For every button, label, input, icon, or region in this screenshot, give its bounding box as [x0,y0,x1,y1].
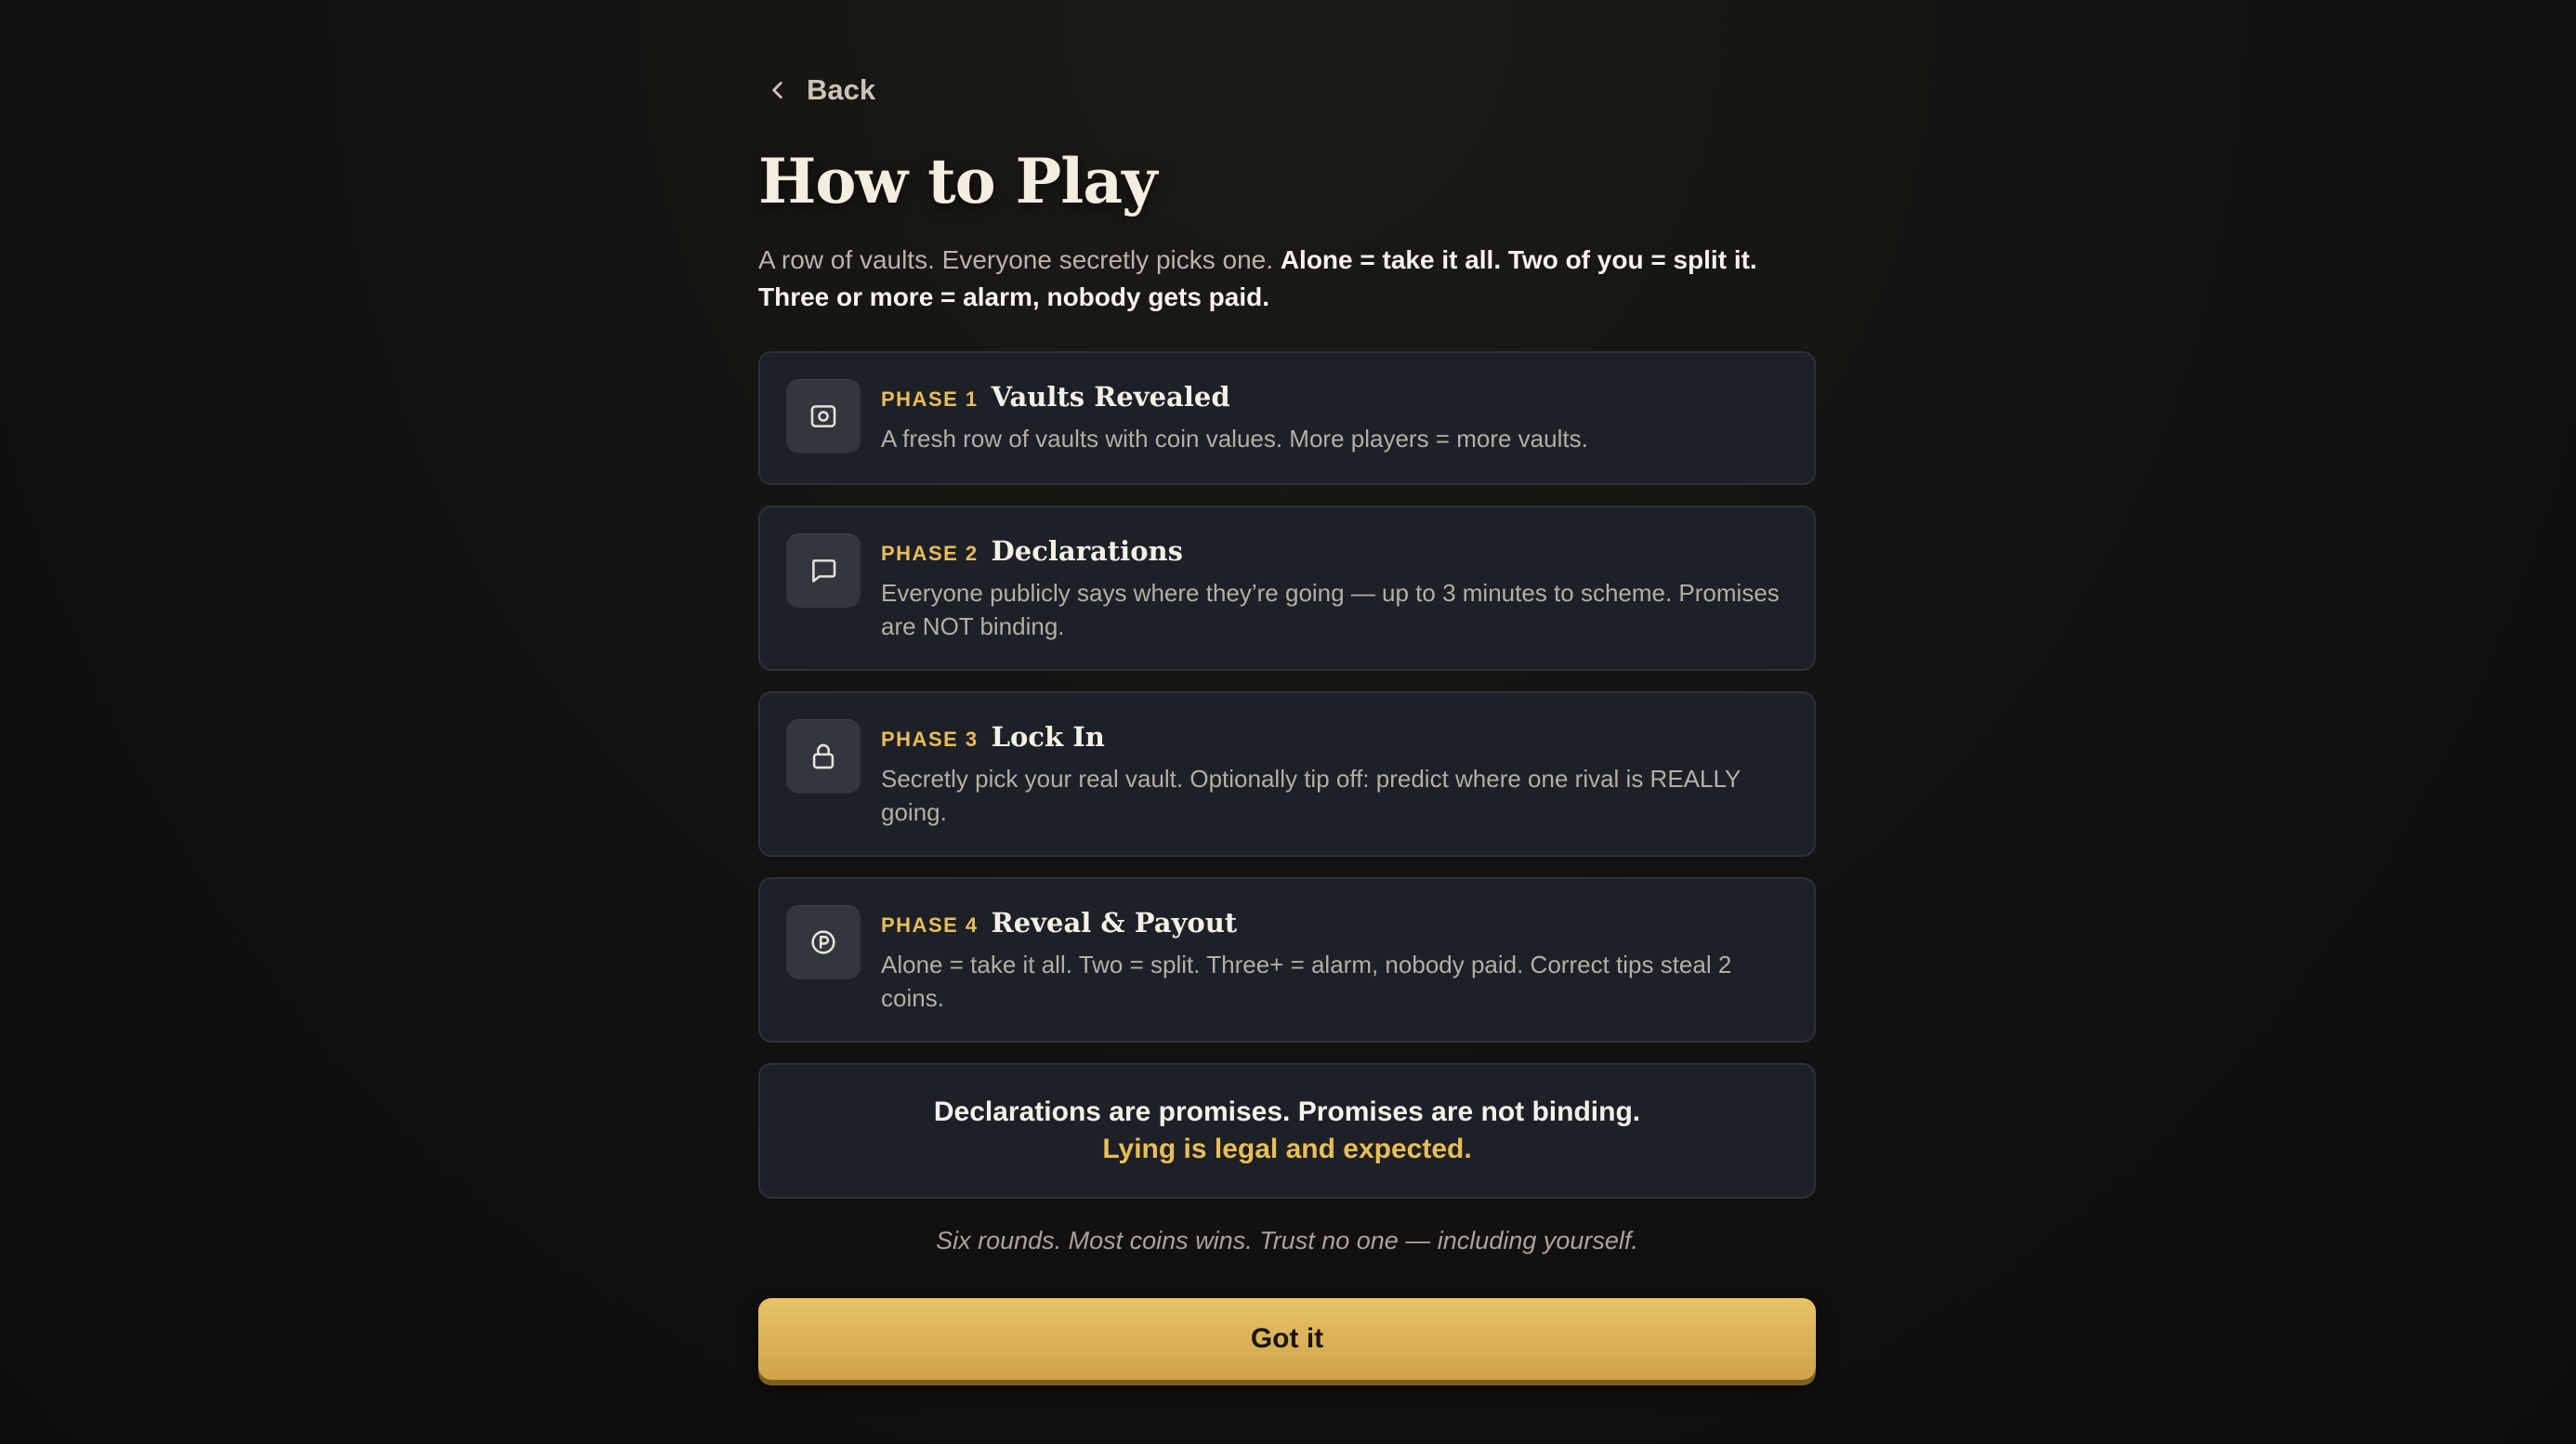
back-button[interactable]: Back [766,65,875,115]
phase-2-label: PHASE 2 [881,542,979,565]
lock-icon [812,743,835,769]
phase-1-icon-box [786,379,861,453]
phase-card-4: PHASE 4 Reveal & Payout Alone = take it … [758,877,1816,1043]
how-to-play-panel: Back How to Play A row of vaults. Everyo… [758,65,1816,1380]
tagline: Six rounds. Most coins wins. Trust no on… [936,1227,1638,1254]
phase-card-1: PHASE 1 Vaults Revealed A fresh row of v… [758,351,1816,485]
page-title: How to Play [758,145,1157,217]
got-it-button[interactable]: Got it [758,1298,1816,1380]
vault-icon [810,405,836,427]
chevron-left-icon [772,82,782,98]
phase-card-2: PHASE 2 Declarations Everyone publicly s… [758,505,1816,671]
phase-4-label: PHASE 4 [881,913,979,937]
notice-line-2: Lying is legal and expected. [1102,1134,1472,1164]
intro-plain: A row of vaults. Everyone secretly picks… [758,245,1281,274]
phase-1-label: PHASE 1 [881,387,979,411]
phase-3-title: Lock In [991,721,1105,753]
intro-text: A row of vaults. Everyone secretly picks… [758,242,1816,316]
phase-2-description: Everyone publicly says where they’re goi… [881,579,1780,640]
phase-4-icon-box [786,905,861,979]
notice-line-1: Declarations are promises. Promises are … [933,1096,1641,1127]
phase-3-description: Secretly pick your real vault. Optionall… [881,765,1741,826]
phase-list: PHASE 1 Vaults Revealed A fresh row of v… [758,351,1816,1043]
phase-4-title: Reveal & Payout [991,907,1238,939]
phase-2-icon-box [786,533,861,608]
phase-1-title: Vaults Revealed [991,381,1230,413]
phase-card-3: PHASE 3 Lock In Secretly pick your real … [758,691,1816,857]
back-label: Back [807,73,876,106]
phase-4-description: Alone = take it all. Two = split. Three+… [881,951,1732,1012]
notice-box: Declarations are promises. Promises are … [758,1063,1816,1199]
chat-bubble-icon [812,559,836,583]
phase-1-description: A fresh row of vaults with coin values. … [881,425,1588,453]
coin-icon [811,930,835,954]
phase-3-label: PHASE 3 [881,728,979,751]
phase-3-icon-box [786,719,861,794]
phase-2-title: Declarations [991,535,1183,567]
